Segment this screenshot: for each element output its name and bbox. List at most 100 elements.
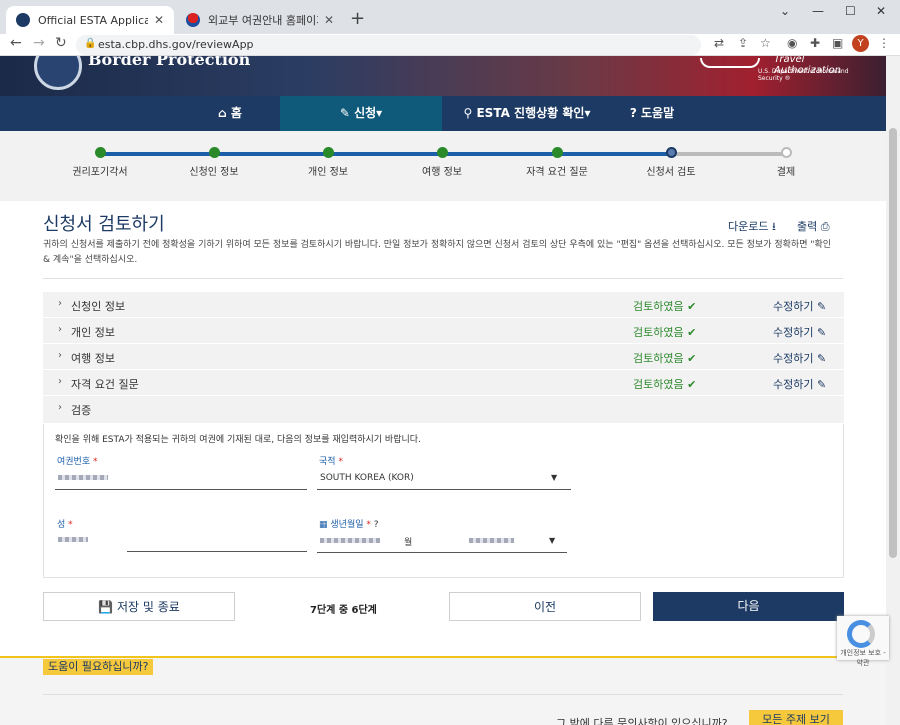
step-dot: [437, 147, 448, 158]
passport-input[interactable]: [55, 489, 307, 490]
chevron-right-icon: ›: [58, 376, 62, 387]
minimize-icon[interactable]: —: [812, 4, 824, 18]
required-marker: *: [366, 520, 371, 530]
view-all-topics-button[interactable]: 모든 주제 보기: [749, 710, 843, 725]
surname-input[interactable]: [127, 551, 307, 552]
step-label: 신청서 검토: [646, 167, 696, 178]
help-circle-icon[interactable]: ?: [374, 520, 379, 530]
country-select-value: SOUTH KOREA (KOR): [320, 473, 414, 483]
menu-kebab-icon[interactable]: ⋮: [878, 36, 890, 50]
print-link[interactable]: 출력 ⎙: [797, 218, 830, 234]
step-dot: [552, 147, 563, 158]
floppy-icon: 💾: [98, 600, 114, 614]
address-bar-row: ← → ↻ 🔒 esta.cbp.dhs.gov/reviewApp ⇄ ⇪ ☆…: [0, 34, 900, 56]
step-label: 자격 요건 질문: [526, 167, 588, 178]
swoosh-icon: [700, 58, 760, 68]
dhs-favicon-icon: [16, 13, 30, 27]
step-dot: [209, 147, 220, 158]
section-eligibility[interactable]: › 자격 요건 질문 검토하였음 ✔ 수정하기 ✎: [43, 370, 844, 396]
status-text: 검토하였음: [633, 300, 684, 313]
recaptcha-text[interactable]: 개인정보 보호 - 약관: [837, 648, 889, 668]
extensions-icon[interactable]: ✚: [810, 36, 820, 50]
section-personal[interactable]: › 개인 정보 검토하였음 ✔ 수정하기 ✎: [43, 318, 844, 344]
recaptcha-badge[interactable]: 개인정보 보호 - 약관: [837, 616, 889, 667]
print-label: 출력: [797, 220, 818, 233]
tab-title: 외교부 여권안내 홈페이지: [208, 14, 318, 27]
close-tab-icon[interactable]: ✕: [154, 13, 164, 27]
dob-label-text: 생년월일: [330, 520, 364, 530]
page-title: 신청서 검토하기: [43, 214, 165, 235]
step-label: 권리포기각서: [72, 167, 128, 178]
back-icon[interactable]: ←: [10, 35, 22, 51]
profile-avatar[interactable]: Y: [852, 35, 869, 52]
section-verify[interactable]: › 검증: [43, 396, 844, 424]
chevron-down-icon[interactable]: ▼: [551, 473, 557, 482]
divider: [43, 278, 843, 279]
section-name: 검증: [71, 404, 92, 417]
pencil-icon: ✎: [816, 326, 827, 339]
side-panel-icon[interactable]: ▣: [832, 36, 843, 50]
country-select[interactable]: [317, 489, 571, 490]
forward-icon[interactable]: →: [33, 35, 45, 51]
calendar-icon: ▦: [319, 520, 328, 530]
recaptcha-logo-icon: [847, 620, 875, 648]
banner-left-text: Border Protection: [88, 56, 251, 69]
tab-mofa[interactable]: 외교부 여권안내 홈페이지 ✕: [176, 6, 344, 34]
previous-button[interactable]: 이전: [449, 592, 641, 621]
bookmark-star-icon[interactable]: ☆: [760, 36, 771, 50]
browser-tab-strip: Official ESTA Application Websi ✕ 외교부 여권…: [0, 0, 900, 34]
chevron-down-icon[interactable]: ▼: [549, 536, 555, 545]
scrollbar-thumb[interactable]: [889, 128, 897, 558]
nav-help[interactable]: ? 도움말: [612, 96, 692, 131]
required-marker: *: [93, 457, 98, 467]
step-dot: [95, 147, 106, 158]
tab-esta[interactable]: Official ESTA Application Websi ✕: [6, 6, 174, 34]
esta-logo: Travel Authorization U.S. Department of …: [700, 56, 850, 84]
new-tab-icon[interactable]: +: [350, 8, 365, 29]
progress-line-pending: [672, 152, 787, 156]
pencil-icon: ✎: [816, 300, 827, 313]
check-icon: ✔: [687, 300, 697, 313]
close-window-icon[interactable]: ✕: [876, 4, 886, 18]
share-icon[interactable]: ⇪: [738, 36, 748, 50]
download-link[interactable]: 다운로드 ⭳: [728, 218, 776, 237]
nav-help-label: 도움말: [641, 106, 675, 120]
tab-search-icon[interactable]: ⌄: [780, 4, 790, 18]
country-label-text: 국적: [319, 457, 336, 467]
nav-status[interactable]: ⚲ ESTA 진행상황 확인▾: [442, 96, 612, 131]
edit-link[interactable]: 수정하기 ✎: [773, 376, 826, 392]
dob-select[interactable]: [317, 552, 567, 553]
edit-link[interactable]: 수정하기 ✎: [773, 298, 826, 314]
save-exit-button[interactable]: 💾 저장 및 종료: [43, 592, 235, 621]
main-nav: ⌂ 홈 ✎ 신청▾ ⚲ ESTA 진행상황 확인▾ ? 도움말: [0, 96, 886, 131]
logo-subtitle: U.S. Department of Homeland Security ®: [758, 68, 849, 82]
section-travel[interactable]: › 여행 정보 검토하였음 ✔ 수정하기 ✎: [43, 344, 844, 370]
reload-icon[interactable]: ↻: [55, 35, 67, 51]
home-icon: ⌂: [218, 106, 227, 120]
camera-icon[interactable]: ◉: [787, 36, 797, 50]
edit-link[interactable]: 수정하기 ✎: [773, 350, 826, 366]
url-field[interactable]: 🔒 esta.cbp.dhs.gov/reviewApp: [76, 35, 701, 55]
nav-home-label: 홈: [230, 106, 242, 120]
help-badge: 도움이 필요하십니까?: [43, 659, 154, 675]
check-icon: ✔: [687, 326, 697, 339]
maximize-icon[interactable]: ☐: [845, 4, 856, 18]
translate-icon[interactable]: ⇄: [714, 36, 724, 50]
help-circle-icon: ?: [629, 106, 637, 120]
step-dot-current: [666, 147, 677, 158]
nav-apply[interactable]: ✎ 신청▾: [280, 96, 442, 131]
korea-favicon-icon: [186, 13, 200, 27]
close-tab-icon[interactable]: ✕: [324, 13, 334, 27]
site-banner: Border Protection Travel Authorization U…: [0, 56, 886, 96]
nav-home[interactable]: ⌂ 홈: [180, 96, 280, 131]
section-applicant[interactable]: › 신청인 정보 검토하였음 ✔ 수정하기 ✎: [43, 292, 844, 318]
dob-month-suffix: 월: [404, 538, 413, 548]
edit-link[interactable]: 수정하기 ✎: [773, 324, 826, 340]
edit-label: 수정하기: [773, 352, 814, 365]
surname-label-text: 성: [57, 520, 66, 530]
check-icon: ✔: [687, 352, 697, 365]
dob-label: ▦ 생년월일 * ?: [319, 517, 379, 530]
next-button[interactable]: 다음: [653, 592, 844, 621]
url-text: esta.cbp.dhs.gov/reviewApp: [98, 38, 254, 51]
footer-divider: [43, 694, 843, 695]
